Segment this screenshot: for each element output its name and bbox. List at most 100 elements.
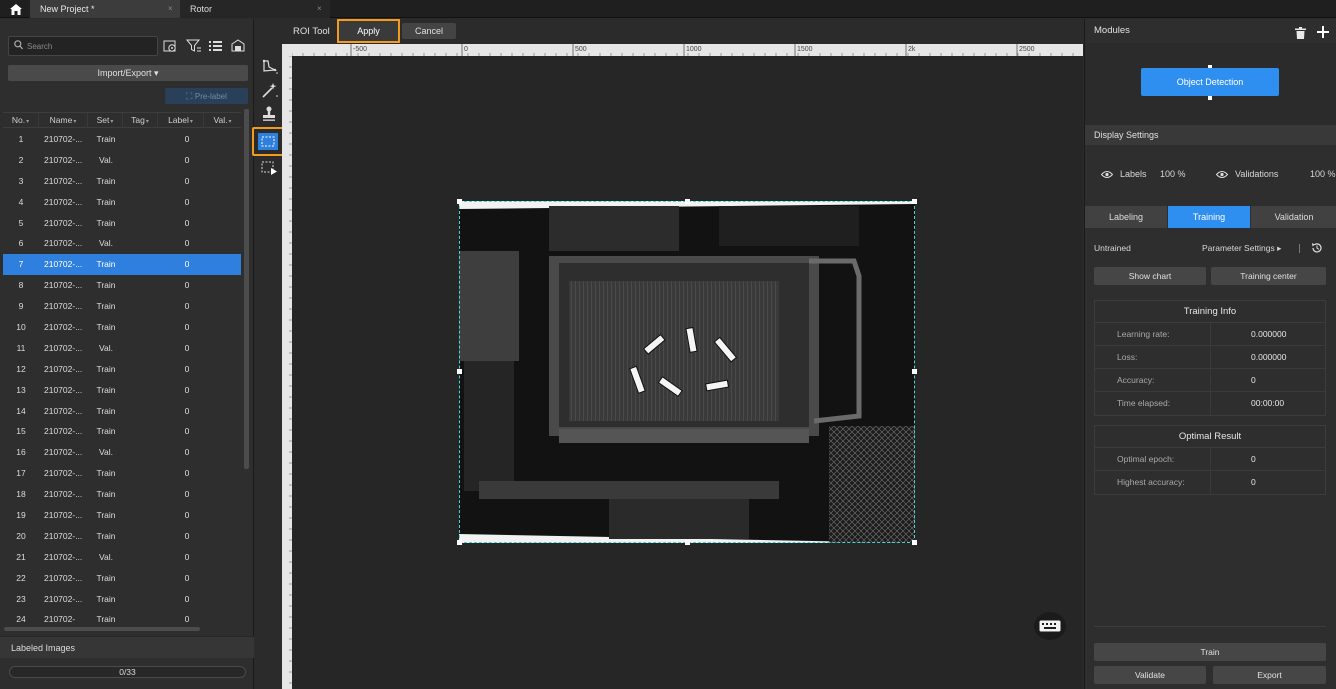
info-value: 0.000000	[1251, 329, 1287, 339]
ruler-label: 500	[575, 46, 587, 53]
table-row[interactable]: 20 210702-... Train 0	[3, 526, 241, 547]
column-no[interactable]: No.▾	[3, 113, 39, 128]
row-label-count: 0	[184, 530, 190, 541]
parameter-settings-link[interactable]: Parameter Settings ▸	[1202, 243, 1281, 254]
optimal-result-table: Optimal Result Optimal epoch: 0 Highest ac…	[1094, 425, 1326, 495]
tab-labeling[interactable]: Labeling	[1085, 206, 1167, 228]
close-icon[interactable]: ×	[317, 0, 322, 18]
table-row[interactable]: 9 210702-... Train 0	[3, 296, 241, 317]
tab-rotor[interactable]: Rotor ×	[180, 0, 330, 18]
tab-training[interactable]: Training	[1168, 206, 1250, 228]
validate-button[interactable]: Validate	[1094, 666, 1206, 684]
roi-selection[interactable]	[457, 199, 917, 545]
table-row[interactable]: 5 210702-... Train 0	[3, 213, 241, 234]
sort-icon: ▾	[145, 119, 149, 125]
resize-handle[interactable]	[457, 199, 462, 204]
image-filter-icon[interactable]	[163, 39, 179, 53]
column-label[interactable]: Label▾	[158, 113, 204, 128]
roi-select-icon	[258, 133, 278, 150]
row-label-count: 0	[184, 468, 190, 479]
pre-label-button[interactable]: ⛶ Pre-label	[165, 88, 248, 104]
table-row[interactable]: 22 210702-... Train 0	[3, 568, 241, 589]
cancel-button[interactable]: Cancel	[402, 23, 456, 39]
table-row[interactable]: 15 210702-... Train 0	[3, 421, 241, 442]
object-detection-module[interactable]: Object Detection	[1141, 68, 1279, 96]
keyboard-shortcuts-icon[interactable]	[1034, 612, 1066, 640]
table-row[interactable]: 8 210702-... Train 0	[3, 275, 241, 296]
roi-tool-button[interactable]	[252, 127, 284, 156]
list-view-icon[interactable]	[208, 39, 224, 53]
table-row[interactable]: 16 210702-... Val. 0	[3, 442, 241, 463]
sort-icon: ▾	[228, 119, 232, 125]
column-set[interactable]: Set▾	[88, 113, 123, 128]
resize-handle[interactable]	[457, 369, 462, 374]
import-export-button[interactable]: Import/Export ▾	[8, 65, 248, 81]
row-set: Train	[96, 301, 116, 312]
row-name: 210702-...	[44, 384, 83, 395]
export-button[interactable]: Export	[1213, 666, 1326, 684]
labeled-progress-bar: 0/33	[9, 666, 246, 678]
row-number: 2	[18, 154, 24, 165]
table-row[interactable]: 13 210702-... Train 0	[3, 380, 241, 401]
resize-handle[interactable]	[685, 199, 690, 204]
table-row[interactable]: 12 210702-... Train 0	[3, 359, 241, 380]
table-row[interactable]: 3 210702-... Train 0	[3, 171, 241, 192]
table-row[interactable]: 17 210702-... Train 0	[3, 463, 241, 484]
row-number: 19	[16, 510, 26, 521]
search-box[interactable]	[8, 36, 158, 56]
table-row[interactable]: 2 210702-... Val. 0	[3, 150, 241, 171]
row-label-count: 0	[184, 593, 190, 604]
row-set: Train	[96, 468, 116, 479]
row-set: Train	[96, 217, 116, 228]
close-icon[interactable]: ×	[168, 0, 173, 18]
train-button[interactable]: Train	[1094, 643, 1326, 661]
tab-validation[interactable]: Validation	[1251, 206, 1336, 228]
row-name: 210702-...	[44, 572, 83, 583]
row-name: 210702-...	[44, 134, 83, 144]
column-tag[interactable]: Tag▾	[123, 113, 158, 128]
column-val[interactable]: Val.▾	[204, 113, 241, 128]
app-window: New Project * × Rotor × Import/Export ▾ …	[0, 0, 1336, 689]
column-tag-label: Tag	[131, 115, 145, 125]
column-name[interactable]: Name▾	[39, 113, 88, 128]
table-row[interactable]: 7 210702-... Train 0	[3, 254, 241, 276]
resize-handle[interactable]	[912, 369, 917, 374]
filter-icon[interactable]	[185, 39, 202, 53]
stamp-tool-icon[interactable]	[259, 105, 281, 125]
vertical-scrollbar[interactable]	[244, 109, 249, 469]
home-icon[interactable]	[6, 2, 26, 16]
table-row[interactable]: 23 210702-... Train 0	[3, 589, 241, 610]
table-row[interactable]: 4 210702-... Train 0	[3, 192, 241, 213]
row-name: 210702-...	[44, 342, 83, 353]
resize-handle[interactable]	[685, 540, 690, 545]
search-input[interactable]	[27, 39, 155, 53]
show-chart-button[interactable]: Show chart	[1094, 267, 1206, 285]
table-row[interactable]: 11 210702-... Val. 0	[3, 338, 241, 359]
row-set: Train	[96, 572, 116, 583]
resize-handle[interactable]	[457, 540, 462, 545]
sort-icon: ▾	[73, 119, 77, 125]
export-roi-icon[interactable]	[259, 159, 281, 179]
labeled-progress-text: 0/33	[119, 667, 136, 677]
apply-button[interactable]: Apply	[337, 19, 400, 43]
row-label-count: 0	[184, 134, 190, 144]
table-row[interactable]: 14 210702-... Train 0	[3, 401, 241, 422]
table-row[interactable]: 18 210702-... Train 0	[3, 484, 241, 505]
tab-new-project[interactable]: New Project * ×	[30, 0, 180, 18]
magic-wand-icon[interactable]	[259, 81, 281, 101]
table-row[interactable]: 21 210702-... Val. 0	[3, 547, 241, 568]
training-center-button[interactable]: Training center	[1211, 267, 1326, 285]
table-row[interactable]: 1 210702-... Train 0	[3, 129, 241, 150]
row-name: 210702-...	[44, 489, 83, 500]
row-number: 9	[18, 301, 24, 312]
table-row[interactable]: 10 210702-... Train 0	[3, 317, 241, 338]
table-row[interactable]: 6 210702-... Val. 0	[3, 233, 241, 254]
table-row[interactable]: 19 210702-... Train 0	[3, 505, 241, 526]
resize-handle[interactable]	[912, 199, 917, 204]
horizontal-scrollbar[interactable]	[4, 627, 200, 631]
resize-handle[interactable]	[912, 540, 917, 545]
camera-view-icon[interactable]	[230, 39, 246, 53]
history-icon[interactable]	[1311, 242, 1323, 256]
polygon-tool-icon[interactable]	[259, 57, 281, 77]
ruler-ticks	[289, 56, 292, 684]
